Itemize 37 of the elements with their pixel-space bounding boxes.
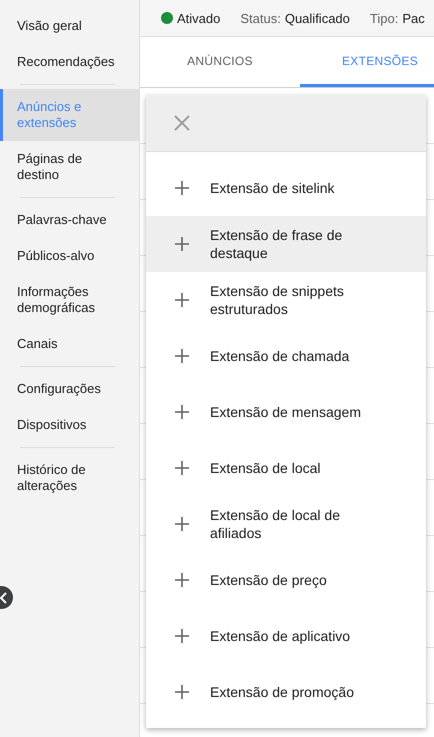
field-label: Tipo: (370, 10, 398, 26)
sidebar-item[interactable]: Informações demográficas (0, 274, 139, 326)
sidebar-item[interactable]: Páginas de destino (0, 141, 139, 193)
sidebar-item[interactable]: Dispositivos (0, 407, 139, 443)
field-value: Qualificado (284, 10, 350, 26)
menu-item[interactable]: Extensão de snippets estruturados (146, 272, 426, 328)
plus-icon (174, 404, 190, 420)
field-value: Pac (402, 10, 425, 26)
sidebar-item[interactable]: Configurações (0, 371, 139, 407)
sidebar-item[interactable]: Públicos-alvo (0, 238, 139, 274)
sidebar-item[interactable]: Palavras-chave (0, 202, 139, 238)
plus-icon (174, 572, 190, 588)
menu-item[interactable]: Extensão de promoção (146, 664, 426, 720)
plus-icon (174, 628, 190, 644)
menu-item[interactable]: Extensão de chamada (146, 328, 426, 384)
plus-icon (174, 516, 190, 532)
menu-item[interactable]: Extensão de aplicativo (146, 608, 426, 664)
plus-icon (174, 236, 190, 252)
sidebar-item[interactable]: Visão geral (0, 8, 139, 44)
sidebar-item[interactable]: Recomendações (0, 44, 139, 80)
plus-icon (174, 180, 190, 196)
chevron-left-icon (0, 592, 9, 604)
sidebar-item[interactable]: Canais (0, 326, 139, 362)
plus-icon (174, 348, 190, 364)
menu-item[interactable]: Extensão de sitelink (146, 160, 426, 216)
menu-item[interactable]: Extensão de frase de destaque (146, 216, 426, 272)
menu-item[interactable]: Extensão de local (146, 440, 426, 496)
plus-icon (174, 460, 190, 476)
field-label: Status: (240, 10, 281, 26)
plus-icon (174, 684, 190, 700)
menu-item[interactable]: Extensão de preço (146, 552, 426, 608)
tab[interactable]: ANÚNCIOS (140, 37, 300, 87)
sidebar-item[interactable]: Histórico de alterações (0, 452, 139, 504)
plus-icon (174, 292, 190, 308)
menu-item[interactable]: Extensão de local de afiliados (146, 496, 426, 552)
menu-item[interactable]: Extensão de mensagem (146, 384, 426, 440)
status-state: Ativado (177, 10, 220, 26)
